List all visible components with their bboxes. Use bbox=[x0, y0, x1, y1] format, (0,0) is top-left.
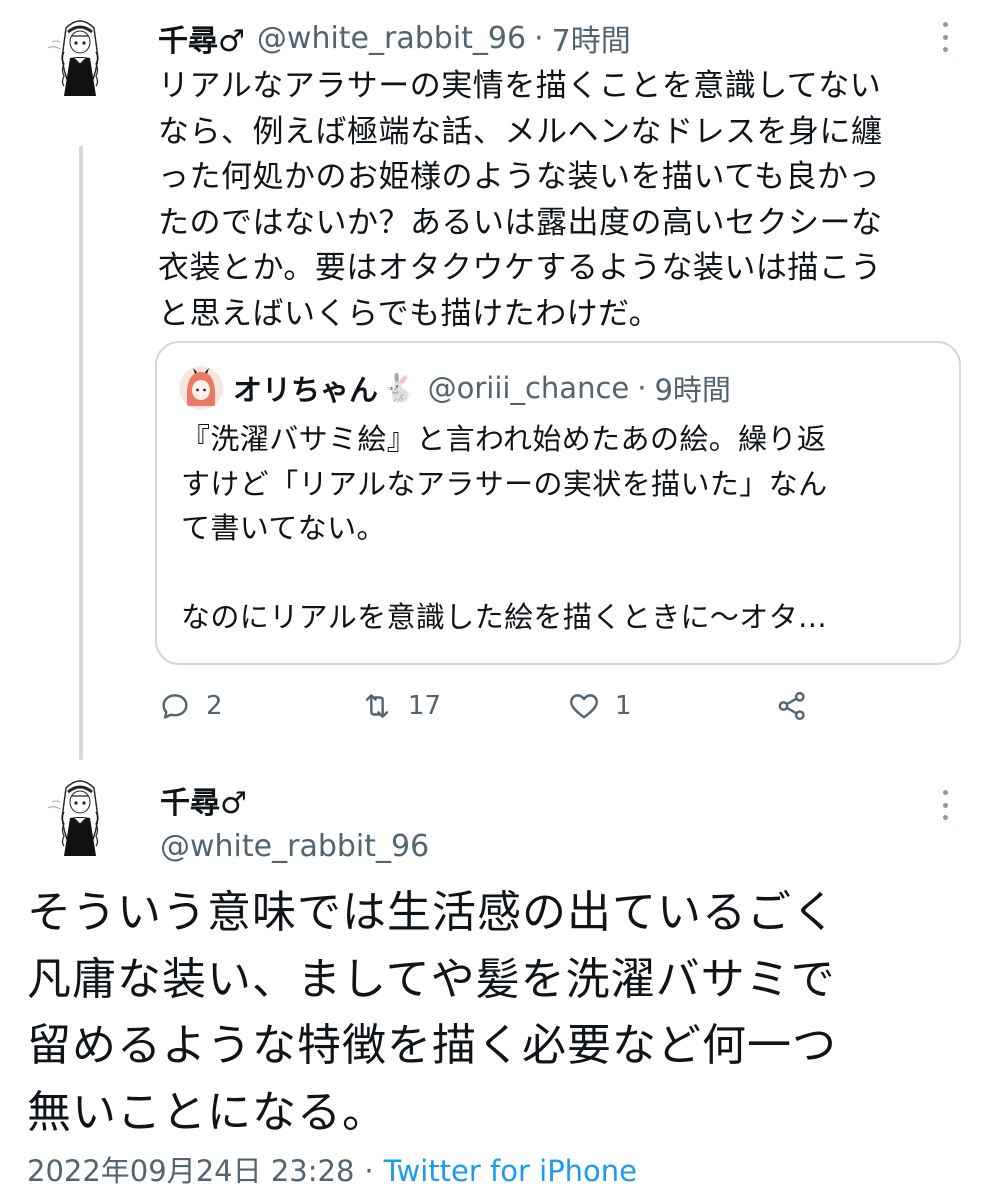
share-icon bbox=[778, 691, 805, 721]
quote-avatar-illustration bbox=[179, 366, 223, 410]
retweet-button[interactable]: 17 bbox=[360, 684, 441, 728]
tweet-text-line: 無いことになる。 bbox=[27, 1086, 387, 1138]
user-handle[interactable]: @white_rabbit_96 bbox=[160, 829, 429, 864]
quote-time: 9時間 bbox=[654, 373, 731, 407]
quote-avatar bbox=[179, 366, 223, 410]
separator-dot: · bbox=[364, 1154, 374, 1188]
avatar-illustration bbox=[44, 12, 116, 96]
quote-text-line: すけど「リアルなアラサーの実状を描いた」なん bbox=[181, 466, 828, 501]
more-dots-icon[interactable] bbox=[939, 22, 951, 52]
tweet-header: 千尋♂ @white_rabbit_96 · 7時間 bbox=[158, 14, 631, 62]
tweet-source-link[interactable]: Twitter for iPhone bbox=[384, 1154, 637, 1188]
quote-text: 『洗濯バサミ絵』と言われ始めたあの絵。繰り返 すけど「リアルなアラサーの実状を描… bbox=[181, 417, 951, 640]
like-count: 1 bbox=[615, 691, 632, 721]
tweet-text: リアルなアラサーの実情を描くことを意識してない なら、例えば極端な話、メルヘンな… bbox=[158, 64, 948, 338]
separator-dot: · bbox=[534, 20, 544, 56]
like-icon bbox=[570, 694, 598, 719]
display-name[interactable]: 千尋♂ bbox=[158, 16, 245, 60]
quote-text-line bbox=[181, 551, 951, 596]
reply-button[interactable]: 2 bbox=[158, 684, 223, 728]
tweet-text-line: たのではないか？あるいは露出度の高いセクシーな bbox=[158, 204, 883, 241]
quote-text-line: て書いてない。 bbox=[181, 511, 386, 545]
tweet-timestamp[interactable]: 2022年09月24日 23:28 bbox=[27, 1154, 354, 1188]
retweet-count: 17 bbox=[408, 691, 442, 721]
reply-count: 2 bbox=[206, 691, 223, 721]
tweet-text-line: と思えばいくらでも描けたわけだ。 bbox=[158, 295, 661, 332]
tweet-time[interactable]: 7時間 bbox=[552, 16, 631, 60]
retweet-icon bbox=[365, 694, 389, 718]
avatar[interactable] bbox=[44, 12, 116, 96]
tweet-text-line: った何処かのお姫様のような装いを描いても良かっ bbox=[158, 159, 881, 196]
more-dots-icon[interactable] bbox=[939, 790, 951, 820]
avatar-illustration bbox=[44, 772, 116, 856]
tweet-text-line: 衣装とか。要はオタクウケするような装いは描こう bbox=[158, 250, 882, 287]
quote-tweet-card[interactable]: オリちゃん 🐇 @oriii_chance · 9時間 『洗濯バサミ絵』と言われ… bbox=[155, 341, 961, 665]
rabbit-emoji: 🐇 bbox=[382, 373, 416, 404]
tweet-text-line: そういう意味では生活感の出ているごく bbox=[27, 887, 837, 938]
thread-connector-line bbox=[79, 146, 83, 760]
tweet-text-line: 凡庸な装い、ましてや髪を洗濯バサミで bbox=[27, 953, 836, 1005]
display-name[interactable]: 千尋♂ bbox=[160, 778, 247, 822]
avatar[interactable] bbox=[44, 772, 116, 856]
tweet-text-line: なら、例えば極端な話、メルヘンなドレスを身に纏 bbox=[158, 113, 883, 150]
separator-dot: · bbox=[637, 371, 647, 405]
tweet-meta: 2022年09月24日 23:28 · Twitter for iPhone bbox=[27, 1148, 637, 1190]
tweet-text-line: 留めるような特徴を描く必要など何一つ bbox=[27, 1020, 837, 1071]
reply-icon bbox=[162, 694, 188, 719]
user-handle[interactable]: @white_rabbit_96 bbox=[257, 21, 526, 56]
quote-user-handle[interactable]: @oriii_chance bbox=[428, 371, 630, 405]
quote-text-line: 『洗濯バサミ絵』と言われ始めたあの絵。繰り返 bbox=[181, 422, 827, 456]
tweet-text-line: リアルなアラサーの実情を描くことを意識してない bbox=[158, 68, 882, 104]
share-button[interactable] bbox=[775, 684, 809, 728]
tweet-text: そういう意味では生活感の出ているごく 凡庸な装い、ましてや髪を洗濯バサミで 留め… bbox=[27, 880, 967, 1146]
quote-text-line: なのにリアルを意識した絵を描くときに〜オタ... bbox=[181, 600, 827, 634]
quote-display-name[interactable]: オリちゃん bbox=[233, 367, 378, 409]
quote-header: オリちゃん 🐇 @oriii_chance · 9時間 bbox=[179, 365, 731, 411]
like-button[interactable]: 1 bbox=[567, 684, 632, 728]
